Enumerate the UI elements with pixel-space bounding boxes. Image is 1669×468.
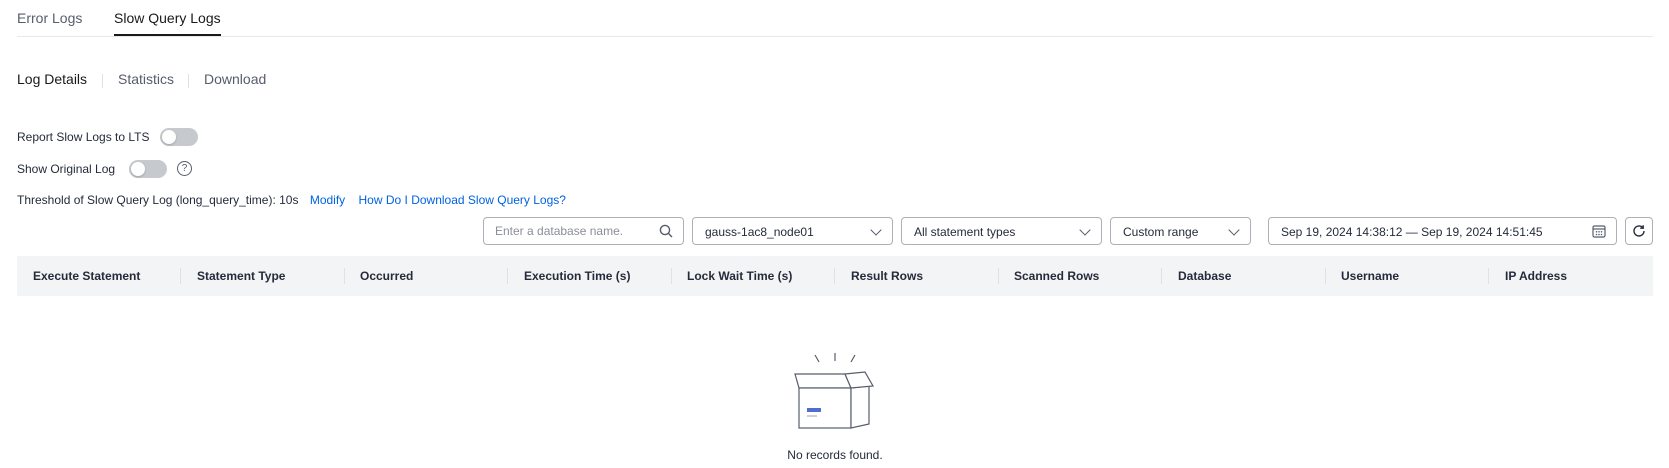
column-header-execution-time: Execution Time (s)	[524, 269, 631, 283]
column-divider[interactable]	[1488, 268, 1489, 284]
column-header-lock-wait-time: Lock Wait Time (s)	[687, 269, 793, 283]
column-divider[interactable]	[180, 268, 181, 284]
statement-type-select[interactable]: All statement types	[901, 217, 1102, 245]
column-divider[interactable]	[834, 268, 835, 284]
toggle-knob	[162, 130, 176, 144]
tab-error-logs[interactable]: Error Logs	[17, 10, 82, 26]
download-help-link[interactable]: How Do I Download Slow Query Logs?	[359, 193, 566, 207]
date-range-picker[interactable]: Sep 19, 2024 14:38:12 — Sep 19, 2024 14:…	[1268, 217, 1617, 245]
empty-state-text: No records found.	[787, 448, 883, 462]
column-header-execute-statement: Execute Statement	[33, 269, 141, 283]
date-range-value: Sep 19, 2024 14:38:12 — Sep 19, 2024 14:…	[1281, 225, 1543, 239]
column-divider[interactable]	[507, 268, 508, 284]
chevron-down-icon	[870, 224, 882, 236]
column-header-result-rows: Result Rows	[851, 269, 924, 283]
chevron-down-icon	[1228, 224, 1240, 236]
column-header-occurred: Occurred	[360, 269, 414, 283]
subtab-statistics[interactable]: Statistics	[118, 71, 174, 87]
subtab-download[interactable]: Download	[204, 71, 266, 87]
column-header-username: Username	[1341, 269, 1400, 283]
time-range-value: Custom range	[1123, 225, 1199, 239]
toggle-knob	[131, 162, 145, 176]
threshold-text: Threshold of Slow Query Log (long_query_…	[17, 193, 299, 207]
column-divider[interactable]	[1161, 268, 1162, 284]
chevron-down-icon	[1079, 224, 1091, 236]
show-original-toggle[interactable]	[129, 160, 167, 178]
calendar-icon[interactable]	[1592, 224, 1606, 238]
column-divider[interactable]	[1325, 268, 1326, 284]
help-icon[interactable]: ?	[177, 161, 192, 176]
column-header-scanned-rows: Scanned Rows	[1014, 269, 1100, 283]
subtab-divider	[102, 74, 103, 88]
node-select[interactable]: gauss-1ac8_node01	[692, 217, 893, 245]
column-divider[interactable]	[344, 268, 345, 284]
threshold-row: Threshold of Slow Query Log (long_query_…	[17, 193, 566, 207]
table-header: Execute Statement Statement Type Occurre…	[17, 256, 1653, 296]
time-range-select[interactable]: Custom range	[1110, 217, 1251, 245]
column-header-database: Database	[1178, 269, 1232, 283]
statement-type-value: All statement types	[914, 225, 1016, 239]
modify-link[interactable]: Modify	[310, 193, 345, 207]
column-divider[interactable]	[671, 268, 672, 284]
database-search-input[interactable]	[495, 223, 645, 239]
top-tabs: Error Logs Slow Query Logs	[17, 0, 1653, 37]
search-icon[interactable]	[659, 224, 673, 238]
tab-slow-query-logs[interactable]: Slow Query Logs	[114, 10, 221, 36]
column-header-ip-address: IP Address	[1505, 269, 1568, 283]
subtab-log-details[interactable]: Log Details	[17, 71, 87, 87]
column-header-statement-type: Statement Type	[197, 269, 286, 283]
subtab-divider	[188, 74, 189, 88]
report-lts-label: Report Slow Logs to LTS	[17, 130, 150, 144]
node-select-value: gauss-1ac8_node01	[705, 225, 814, 239]
show-original-label: Show Original Log	[17, 162, 116, 176]
empty-box-icon	[794, 353, 874, 429]
refresh-icon	[1633, 225, 1645, 237]
refresh-button[interactable]	[1625, 217, 1653, 245]
database-search-field[interactable]	[483, 217, 684, 245]
report-lts-toggle[interactable]	[160, 128, 198, 146]
column-divider[interactable]	[998, 268, 999, 284]
